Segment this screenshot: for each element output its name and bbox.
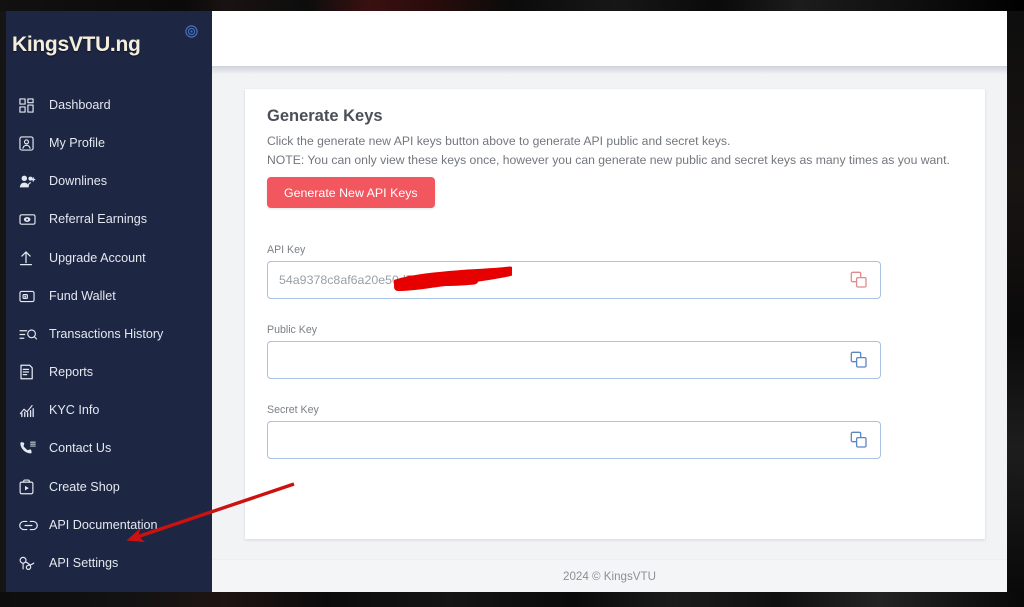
topbar-shadow: [212, 66, 1007, 75]
upload-arrow-icon: [19, 249, 40, 266]
copy-public-key-button[interactable]: [850, 351, 868, 369]
sidebar-item-label: Fund Wallet: [49, 288, 116, 303]
screenshot-bezel-right: [1007, 11, 1024, 592]
secret-key-input-box[interactable]: [267, 421, 881, 459]
api-key-input-box[interactable]: [267, 261, 881, 299]
sidebar-item-label: My Profile: [49, 135, 105, 150]
wallet-icon: [19, 288, 40, 305]
footer: 2024 © KingsVTU: [212, 559, 1007, 592]
page-title: Generate Keys: [267, 107, 383, 125]
sidebar-item-reports[interactable]: Reports: [6, 353, 212, 391]
sidebar-item-dashboard[interactable]: Dashboard: [6, 86, 212, 124]
sidebar-item-downlines[interactable]: Downlines: [6, 162, 212, 200]
description-line-2: NOTE: You can only view these keys once,…: [267, 152, 950, 167]
sidebar-item-upgrade-account[interactable]: Upgrade Account: [6, 239, 212, 277]
sidebar-item-fund-wallet[interactable]: Fund Wallet: [6, 277, 212, 315]
copy-secret-key-button[interactable]: [850, 431, 868, 449]
sidebar-item-label: Create Shop: [49, 479, 120, 494]
phone-icon: [19, 440, 40, 457]
copy-icon: [850, 351, 867, 368]
public-key-field-group: Public Key: [267, 324, 881, 379]
user-plus-icon: [19, 173, 40, 190]
footer-copyright: 2024 © KingsVTU: [563, 569, 656, 583]
brand-logo[interactable]: KingsVTU.ng: [12, 33, 141, 57]
sidebar-item-label: Reports: [49, 365, 94, 380]
sidebar-item-transactions-history[interactable]: Transactions History: [6, 315, 212, 353]
target-icon[interactable]: [185, 25, 198, 38]
application-window: KingsVTU.ng Dashboard My Profile Downlines…: [6, 11, 1007, 592]
sidebar-item-label: Contact Us: [49, 441, 112, 456]
generate-new-api-keys-button[interactable]: Generate New API Keys: [267, 177, 435, 208]
grid-icon: [19, 97, 40, 114]
report-document-icon: [19, 364, 40, 381]
link-icon: [19, 517, 40, 534]
screenshot-frame: KingsVTU.ng Dashboard My Profile Downlines…: [0, 0, 1024, 607]
topbar: [212, 11, 1007, 66]
public-key-input-box[interactable]: [267, 341, 881, 379]
secret-key-field-group: Secret Key: [267, 404, 881, 459]
description-line-1: Click the generate new API keys button a…: [267, 134, 731, 148]
api-key-input[interactable]: [268, 262, 880, 298]
sidebar-item-label: Upgrade Account: [49, 250, 146, 265]
sidebar-item-label: API Settings: [49, 556, 119, 571]
main-content: Generate Keys Click the generate new API…: [212, 75, 1007, 592]
api-key-label: API Key: [267, 244, 306, 256]
chart-bars-icon: [19, 402, 40, 419]
api-node-icon: [19, 555, 40, 572]
sidebar-item-api-documentation[interactable]: API Documentation: [6, 506, 212, 544]
screenshot-bezel-top: [0, 0, 1024, 11]
sidebar-item-label: API Documentation: [49, 517, 158, 532]
sidebar-item-label: Downlines: [49, 174, 108, 189]
copy-icon: [850, 271, 867, 288]
banknote-icon: [19, 211, 40, 228]
sidebar-item-label: Transactions History: [49, 326, 164, 341]
sidebar-item-create-shop[interactable]: Create Shop: [6, 468, 212, 506]
generate-keys-card: Generate Keys Click the generate new API…: [245, 89, 985, 539]
screenshot-bezel-bottom: [0, 592, 1024, 607]
sidebar-nav: Dashboard My Profile Downlines Referral Ear…: [6, 86, 212, 592]
copy-api-key-button[interactable]: [850, 271, 868, 289]
sidebar-item-referral-earnings[interactable]: Referral Earnings: [6, 201, 212, 239]
sidebar-item-logout[interactable]: Logout: [6, 582, 212, 592]
sidebar-item-api-settings[interactable]: API Settings: [6, 544, 212, 582]
sidebar-item-label: KYC Info: [49, 403, 100, 418]
sidebar-item-kyc-info[interactable]: KYC Info: [6, 392, 212, 430]
api-key-field-group: API Key: [267, 244, 881, 299]
list-search-icon: [19, 326, 40, 343]
copy-icon: [850, 431, 867, 448]
secret-key-input[interactable]: [268, 422, 880, 458]
secret-key-label: Secret Key: [267, 404, 319, 416]
public-key-label: Public Key: [267, 324, 318, 336]
shop-play-icon: [19, 478, 40, 495]
sidebar-item-contact-us[interactable]: Contact Us: [6, 430, 212, 468]
sidebar-item-my-profile[interactable]: My Profile: [6, 124, 212, 162]
card-description: Click the generate new API keys button a…: [267, 132, 967, 169]
public-key-input[interactable]: [268, 342, 880, 378]
sidebar: KingsVTU.ng Dashboard My Profile Downlines…: [6, 11, 212, 592]
sidebar-item-label: Dashboard: [49, 97, 111, 112]
sidebar-item-label: Referral Earnings: [49, 212, 147, 227]
user-card-icon: [19, 135, 40, 152]
